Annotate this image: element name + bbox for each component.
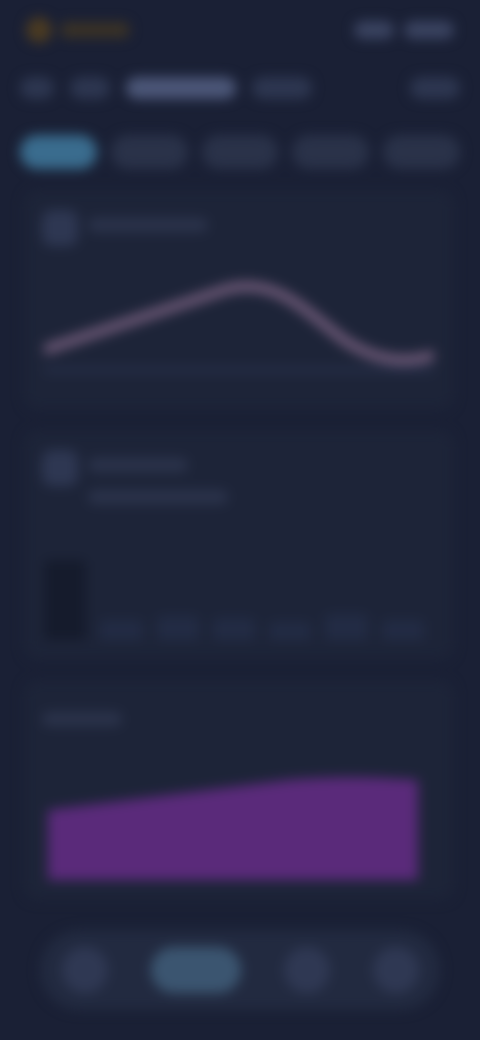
area-series — [48, 777, 418, 880]
nav-row — [20, 66, 460, 110]
bar — [44, 560, 87, 640]
nav-chip-active[interactable] — [126, 77, 236, 99]
tab-3[interactable] — [201, 135, 279, 169]
tab-5[interactable] — [383, 135, 460, 169]
bottom-nav — [40, 930, 440, 1010]
bar — [325, 614, 368, 640]
bar — [381, 620, 424, 640]
top-bar — [0, 0, 480, 60]
line-chart — [44, 281, 434, 372]
area-chart-card[interactable] — [24, 680, 454, 900]
chart-icon[interactable] — [150, 947, 241, 993]
area-chart — [48, 777, 418, 880]
bar — [156, 616, 199, 640]
chart-icon — [42, 210, 78, 246]
account-pill[interactable] — [404, 21, 454, 39]
bar — [212, 618, 256, 640]
profile-icon[interactable] — [372, 947, 419, 993]
card-subtitle — [88, 490, 228, 504]
line-series — [44, 281, 434, 365]
tab-2[interactable] — [110, 135, 188, 169]
period-tabs — [20, 130, 460, 174]
card-title — [88, 458, 188, 472]
top-actions — [354, 21, 454, 39]
nav-chip[interactable] — [252, 77, 312, 99]
bar — [100, 620, 143, 640]
calendar-icon[interactable] — [283, 947, 330, 993]
bar-chart — [44, 520, 424, 640]
blurred-app-screen — [0, 0, 480, 1040]
bar-chart-card[interactable] — [24, 430, 454, 660]
bar-chart-icon — [42, 450, 78, 486]
bar — [269, 622, 312, 640]
card-title — [42, 712, 122, 726]
nav-chip[interactable] — [70, 77, 110, 99]
back-button[interactable] — [20, 77, 54, 99]
menu-button[interactable] — [410, 77, 460, 99]
logo-icon — [26, 17, 52, 43]
card-title — [88, 218, 208, 232]
brand — [26, 17, 130, 43]
tab-1[interactable] — [20, 135, 97, 169]
home-icon[interactable] — [61, 947, 108, 993]
line-chart-card[interactable] — [24, 190, 454, 410]
brand-name — [60, 22, 130, 38]
status-pill — [354, 21, 394, 39]
tab-4[interactable] — [292, 135, 370, 169]
